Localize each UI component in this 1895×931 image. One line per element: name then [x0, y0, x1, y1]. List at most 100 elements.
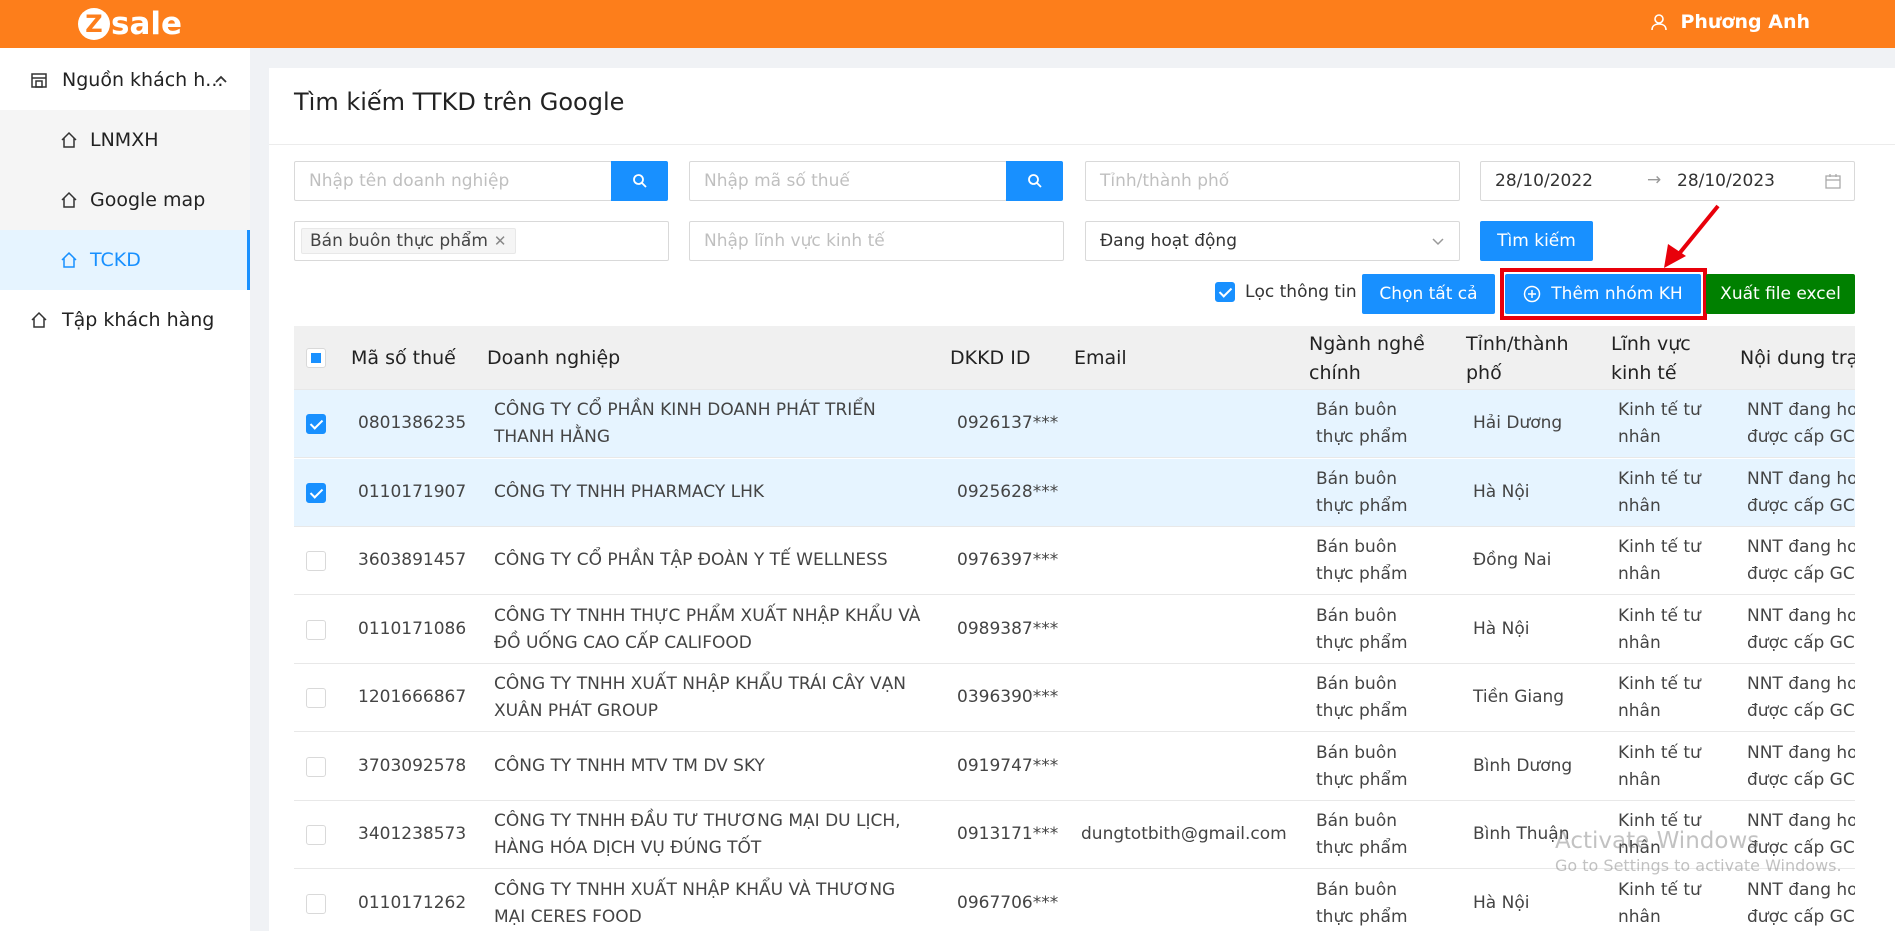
- search-icon: [1027, 174, 1042, 188]
- sidebar-item-google-map[interactable]: Google map: [0, 170, 250, 230]
- select-all-checkbox[interactable]: [306, 348, 326, 368]
- cell-tax: 3603891457: [358, 547, 466, 574]
- cell-content-line: được cấp GCN: [1747, 564, 1855, 584]
- search-button[interactable]: Tìm kiếm: [1480, 221, 1593, 261]
- status-value: Đang hoạt động: [1100, 231, 1237, 251]
- province-input[interactable]: Tỉnh/thành phố: [1085, 161, 1460, 201]
- tax-search-input[interactable]: Nhập mã số thuế: [689, 161, 1007, 201]
- cell-tax: 3703092578: [358, 753, 466, 780]
- industry-tag-label: Bán buôn thực phẩm: [310, 231, 488, 251]
- table-row[interactable]: 0110171907 CÔNG TY TNHH PHARMACY LHK 09256…: [294, 458, 1855, 527]
- cell-company-line: CÔNG TY TNHH THỰC PHẨM XUẤT NHẬP KHẨU VÀ: [494, 605, 921, 626]
- cell-content: NNT đang hoạ được cấp GCN: [1747, 671, 1855, 725]
- calendar-icon: [1825, 174, 1841, 189]
- row-checkbox[interactable]: [306, 619, 326, 640]
- col-sector-line1: Lĩnh vực: [1611, 333, 1691, 355]
- sidebar: Nguồn khách h... LNMXH Google map TCKD T…: [0, 48, 250, 931]
- highlight-box: [1500, 268, 1707, 320]
- table-row[interactable]: 3703092578 CÔNG TY TNHH MTV TM DV SKY 0919…: [294, 732, 1855, 801]
- cell-sector: Kinh tế tư nhân: [1618, 740, 1701, 794]
- company-search-input[interactable]: Nhập tên doanh nghiệp: [294, 161, 612, 201]
- windows-watermark: Activate Windows Go to Settings to activ…: [1555, 828, 1842, 875]
- row-checkbox[interactable]: [306, 551, 326, 571]
- checkbox[interactable]: [1215, 282, 1235, 302]
- cell-company-line: CÔNG TY TNHH ĐẦU TƯ THƯƠNG MẠI DU LỊCH,: [494, 811, 901, 831]
- cell-content-line: được cấp GCN: [1747, 427, 1855, 447]
- col-province-line1: Tỉnh/thành: [1466, 333, 1569, 355]
- sidebar-item-lnmxh[interactable]: LNMXH: [0, 110, 250, 170]
- select-all-button[interactable]: Chọn tất cả: [1362, 274, 1495, 314]
- home-icon: [61, 191, 77, 208]
- cell-province-line: Hà Nội: [1473, 481, 1530, 502]
- cell-industry-line: thực phẩm: [1316, 427, 1408, 447]
- red-arrow-annotation: [1664, 204, 1720, 268]
- logo-mark: Z: [78, 8, 110, 40]
- watermark-subtitle: Go to Settings to activate Windows.: [1555, 856, 1842, 875]
- cell-sector-line: nhân: [1618, 701, 1661, 721]
- cell-province: Hà Nội: [1473, 479, 1529, 506]
- sidebar-item-tckd[interactable]: TCKD: [0, 230, 250, 290]
- watermark-title: Activate Windows: [1555, 828, 1760, 854]
- search-icon: [632, 174, 647, 188]
- row-checkbox[interactable]: [306, 482, 326, 503]
- cell-dkkd-line: 0913171***: [957, 824, 1059, 844]
- filter-info-checkbox[interactable]: Lọc thông tin: [1215, 282, 1357, 302]
- company-search-button[interactable]: [611, 161, 668, 201]
- col-email: Email: [1074, 347, 1127, 369]
- sidebar-item-customer-sources[interactable]: Nguồn khách h...: [0, 50, 250, 110]
- cell-sector-line: nhân: [1618, 495, 1661, 516]
- sector-input[interactable]: Nhập lĩnh vực kinh tế: [689, 221, 1064, 261]
- cell-industry-line: Bán buôn: [1316, 811, 1397, 831]
- cell-content-line: được cấp GCN: [1747, 769, 1855, 790]
- sector-placeholder: Nhập lĩnh vực kinh tế: [704, 231, 885, 251]
- row-checkbox[interactable]: [306, 825, 326, 845]
- export-excel-button[interactable]: Xuất file excel: [1706, 274, 1855, 314]
- cell-sector-line: Kinh tế tư: [1618, 537, 1701, 557]
- cell-tax-line: 3401238573: [358, 824, 467, 844]
- col-industry-line2: chính: [1309, 362, 1361, 384]
- row-checkbox[interactable]: [306, 893, 326, 914]
- cell-province-line: Hà Nội: [1473, 618, 1530, 639]
- cell-content-line: được cấp GCN: [1747, 495, 1855, 516]
- logo[interactable]: Z sale: [78, 6, 182, 42]
- table-row[interactable]: 0801386235 CÔNG TY CỔ PHẦN KINH DOANH PHÁ…: [294, 390, 1855, 458]
- row-checkbox[interactable]: [306, 688, 326, 708]
- table-row[interactable]: 3603891457 CÔNG TY CỔ PHẦN TẬP ĐOÀN Y TẾ …: [294, 527, 1855, 595]
- cell-content-line: được cấp GCN: [1747, 906, 1855, 927]
- col-industry-line1: Ngành nghề: [1309, 333, 1425, 355]
- cell-sector-line: Kinh tế tư: [1618, 400, 1701, 420]
- cell-sector-line: nhân: [1618, 769, 1661, 790]
- cell-dkkd: 0967706***: [957, 890, 1058, 917]
- row-checkbox[interactable]: [306, 414, 326, 434]
- cell-industry-line: Bán buôn: [1316, 400, 1397, 420]
- cell-company: CÔNG TY TNHH ĐẦU TƯ THƯƠNG MẠI DU LỊCH, H…: [494, 808, 901, 862]
- cell-sector: Kinh tế tư nhân: [1618, 671, 1701, 725]
- row-checkbox[interactable]: [306, 756, 326, 777]
- table-row[interactable]: 1201666867 CÔNG TY TNHH XUẤT NHẬP KHẨU TR…: [294, 664, 1855, 732]
- cell-province: Bình Dương: [1473, 753, 1572, 780]
- cell-province-line: Tiền Giang: [1473, 687, 1565, 707]
- cell-industry-line: Bán buôn: [1316, 605, 1397, 626]
- store-icon: [31, 73, 47, 88]
- status-select[interactable]: Đang hoạt động: [1085, 221, 1460, 261]
- cell-dkkd: 0396390***: [957, 684, 1058, 711]
- user-menu[interactable]: Phương Anh: [1650, 11, 1810, 33]
- cell-content-line: NNT đang hoạ: [1747, 674, 1855, 694]
- cell-sector: Kinh tế tư nhân: [1618, 877, 1701, 931]
- col-sector-line2: kinh tế: [1611, 362, 1677, 384]
- table-row[interactable]: 0110171262 CÔNG TY TNHH XUẤT NHẬP KHẨU VÀ…: [294, 869, 1855, 931]
- sidebar-item-customer-sets[interactable]: Tập khách hàng: [0, 290, 250, 350]
- cell-company-line: ĐỒ UỐNG CAO CẤP CALIFOOD: [494, 632, 752, 653]
- cell-email-line: dungtotbith@gmail.com: [1081, 824, 1287, 844]
- date-range-picker[interactable]: 28/10/2022 → 28/10/2023: [1480, 161, 1855, 201]
- tax-search-button[interactable]: [1006, 161, 1063, 201]
- cell-industry-line: thực phẩm: [1316, 769, 1408, 790]
- cell-company-line: CÔNG TY TNHH MTV TM DV SKY: [494, 755, 765, 776]
- home-icon: [31, 311, 47, 328]
- date-from[interactable]: 28/10/2022: [1495, 171, 1593, 191]
- cell-sector: Kinh tế tư nhân: [1618, 534, 1701, 588]
- cell-industry: Bán buôn thực phẩm: [1316, 397, 1408, 451]
- date-to[interactable]: 28/10/2023: [1677, 171, 1775, 191]
- close-icon[interactable]: ✕: [494, 232, 507, 250]
- table-row[interactable]: 0110171086 CÔNG TY TNHH THỰC PHẨM XUẤT NH…: [294, 595, 1855, 664]
